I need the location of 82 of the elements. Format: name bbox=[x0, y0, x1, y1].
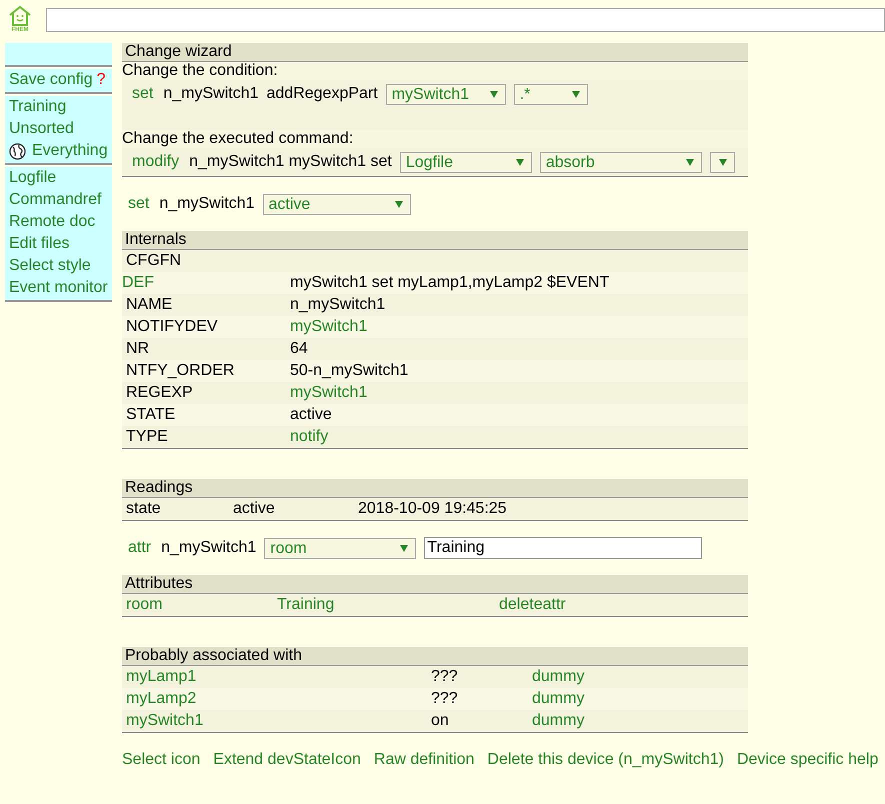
caret-icon bbox=[516, 158, 524, 166]
section-header: Readings bbox=[122, 479, 748, 498]
device-name: n_mySwitch1 bbox=[161, 539, 256, 557]
table-cell-text: NAME bbox=[126, 295, 174, 315]
section-header: Probably associated with bbox=[122, 647, 748, 666]
section-header: Attributes bbox=[122, 575, 748, 594]
footer-link[interactable]: Delete this device (n_mySwitch1) bbox=[487, 751, 724, 769]
table-cell-text: dummy bbox=[532, 711, 584, 731]
caret-icon bbox=[400, 544, 408, 552]
footer-link[interactable]: Select icon bbox=[122, 751, 200, 769]
table-cell-text: NOTIFYDEV bbox=[126, 317, 219, 337]
caret-icon bbox=[572, 90, 580, 98]
table-cell-text: state bbox=[126, 499, 162, 519]
section-label: Change the executed command: bbox=[122, 130, 748, 148]
delete-link[interactable]: deleteattr bbox=[499, 594, 566, 616]
dropdown[interactable]: Logfile bbox=[400, 152, 532, 172]
sidebar-item[interactable]: Unsorted bbox=[5, 118, 112, 140]
device-link[interactable]: myLamp1 bbox=[126, 666, 431, 688]
globe-icon bbox=[9, 142, 26, 160]
table-cell-text: REGEXP bbox=[126, 383, 194, 403]
footer-link[interactable]: Device specific help bbox=[736, 751, 878, 769]
table-cell[interactable]: mySwitch1 bbox=[290, 382, 368, 404]
attribute-value-field[interactable]: Training bbox=[424, 537, 702, 559]
device-link[interactable]: mySwitch1 bbox=[126, 710, 431, 732]
dropdown[interactable]: absorb bbox=[540, 152, 702, 172]
caret-icon bbox=[490, 90, 498, 98]
sidebar-item[interactable]: Edit files bbox=[5, 233, 112, 255]
table-cell-text: TYPE bbox=[126, 427, 169, 447]
action-name: addRegexpPart bbox=[266, 85, 378, 103]
table-cell-text: active bbox=[233, 499, 276, 519]
sidebar-item[interactable]: Select style bbox=[5, 255, 112, 277]
house-icon bbox=[8, 5, 32, 27]
attribute-link[interactable]: Training bbox=[277, 594, 499, 616]
table-cell-text: active bbox=[290, 405, 332, 425]
command-field[interactable] bbox=[46, 8, 885, 32]
table-cell-text: 64 bbox=[290, 339, 308, 359]
table-cell-text: CFGFN bbox=[126, 251, 182, 271]
command-link[interactable]: modify bbox=[132, 153, 180, 171]
command-text: n_mySwitch1 mySwitch1 set bbox=[189, 153, 392, 171]
table-cell-text: 50-n_mySwitch1 bbox=[290, 361, 408, 381]
table-cell-text: mySwitch1 set myLamp1,myLamp2 $EVENT bbox=[290, 273, 610, 293]
section-label: Change the condition: bbox=[122, 62, 748, 80]
table-cell[interactable]: mySwitch1 bbox=[290, 316, 368, 338]
caret-icon bbox=[686, 158, 694, 166]
footer-link[interactable]: Extend devStateIcon bbox=[213, 751, 361, 769]
table-cell[interactable]: notify bbox=[290, 426, 328, 448]
sidebar-item[interactable]: Event monitor bbox=[5, 277, 112, 299]
caret-icon bbox=[718, 158, 727, 166]
sidebar-item[interactable]: Everything bbox=[5, 140, 112, 162]
sidebar-item[interactable]: Training bbox=[5, 96, 112, 118]
device-name: n_mySwitch1 bbox=[159, 195, 254, 213]
table-cell-text: dummy bbox=[532, 667, 584, 687]
table-cell-text: ??? bbox=[431, 689, 459, 709]
table-cell[interactable]: DEF bbox=[122, 272, 290, 294]
command-link[interactable]: set bbox=[128, 195, 150, 213]
device-link[interactable]: myLamp2 bbox=[126, 688, 431, 710]
sidebar-item[interactable]: Remote doc bbox=[5, 211, 112, 233]
dropdown[interactable]: room bbox=[264, 538, 416, 558]
caret-icon bbox=[394, 200, 402, 208]
table-cell-text: dummy bbox=[532, 689, 584, 709]
dropdown[interactable]: mySwitch1 bbox=[386, 84, 506, 104]
device-name: n_mySwitch1 bbox=[163, 85, 258, 103]
sidebar-item[interactable]: Save config ? bbox=[5, 69, 112, 91]
table-cell-text: ??? bbox=[431, 667, 459, 687]
sidebar-item[interactable]: Logfile bbox=[5, 167, 112, 189]
table-cell-text: NTFY_ORDER bbox=[126, 361, 236, 381]
footer-link[interactable]: Raw definition bbox=[374, 751, 474, 769]
attribute-link[interactable]: room bbox=[126, 594, 277, 616]
command-link[interactable]: attr bbox=[128, 539, 152, 557]
table-cell-text: on bbox=[431, 711, 450, 731]
dropdown[interactable]: .* bbox=[514, 84, 588, 104]
table-cell-text: NR bbox=[126, 339, 150, 359]
dropdown[interactable] bbox=[710, 152, 735, 172]
help-mark[interactable]: ? bbox=[96, 69, 106, 91]
command-link[interactable]: set bbox=[132, 85, 154, 103]
table-cell-text: n_mySwitch1 bbox=[290, 295, 386, 315]
table-cell-text: STATE bbox=[126, 405, 176, 425]
sidebar-item[interactable]: Commandref bbox=[5, 189, 112, 211]
dropdown[interactable]: active bbox=[262, 194, 410, 214]
section-header: Internals bbox=[122, 231, 748, 250]
table-cell-text: 2018-10-09 19:45:25 bbox=[358, 499, 507, 519]
section-header: Change wizard bbox=[122, 43, 748, 62]
